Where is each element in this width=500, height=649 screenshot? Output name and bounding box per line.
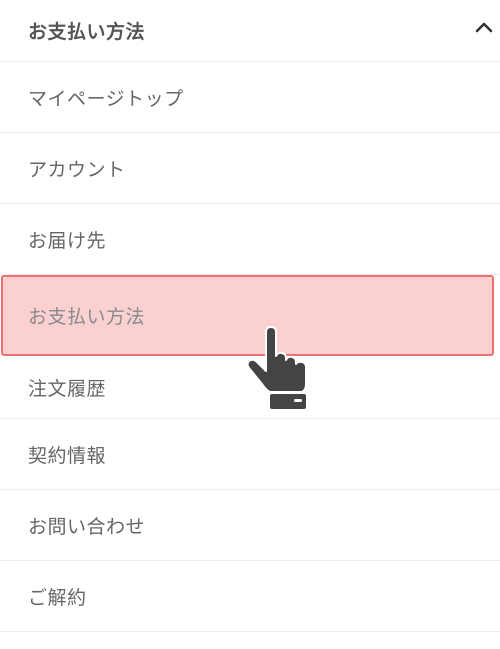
menu-item-label: 契約情報 (28, 444, 107, 467)
menu-header-title: お支払い方法 (28, 21, 146, 43)
chevron-up-icon[interactable] (470, 13, 498, 41)
menu-header[interactable]: お支払い方法 (0, 0, 500, 62)
menu-item-label: アカウント (28, 158, 126, 181)
menu-item-contact[interactable]: お問い合わせ (0, 490, 500, 561)
menu-item-label: お問い合わせ (28, 515, 146, 538)
menu-item-label: 注文履歴 (28, 377, 107, 400)
menu-item-label: お届け先 (28, 229, 107, 252)
menu-item-label: ご解約 (28, 586, 87, 609)
account-menu-page: お支払い方法 マイページトップ アカウント お届け先 お支払い方法 注文履歴 契… (0, 0, 500, 649)
menu-item-delivery-address[interactable]: お届け先 (0, 204, 500, 275)
menu-item-account[interactable]: アカウント (0, 133, 500, 204)
menu-item-mypage-top[interactable]: マイページトップ (0, 62, 500, 133)
menu-item-label: マイページトップ (28, 87, 184, 110)
menu-item-label: お支払い方法 (28, 306, 146, 328)
hand-pointer-icon (246, 326, 308, 411)
menu-item-contract-info[interactable]: 契約情報 (0, 419, 500, 490)
menu-item-cancellation[interactable]: ご解約 (0, 561, 500, 632)
